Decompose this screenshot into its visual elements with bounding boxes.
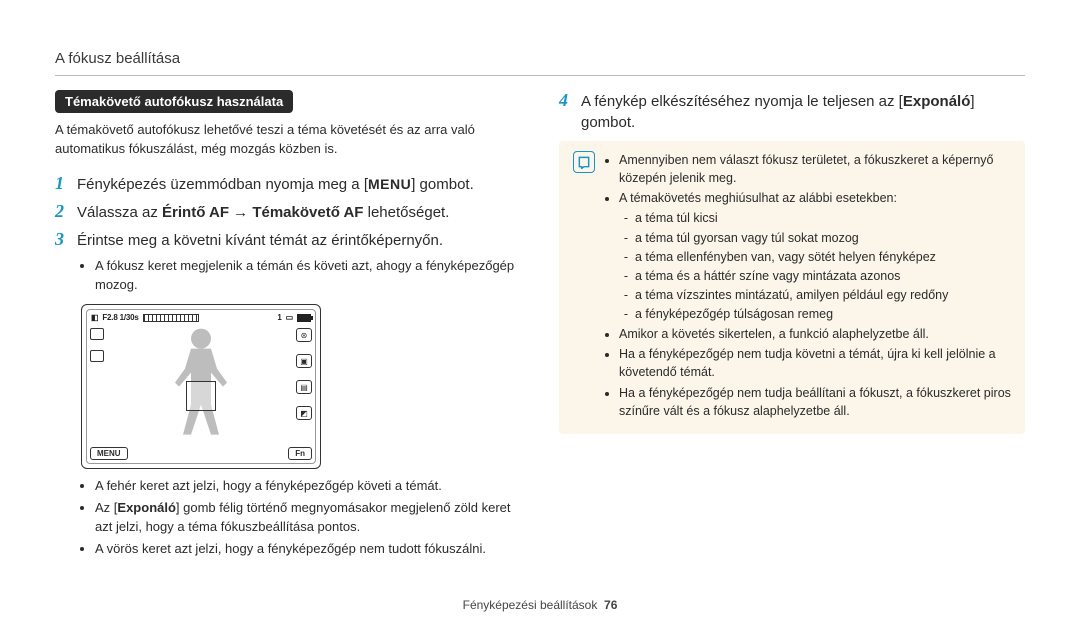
metering-icon: ◩ [296, 406, 312, 420]
lcd-menu-button: MENU [90, 447, 128, 460]
info-item: Ha a fényképezőgép nem tudja beállítani … [619, 384, 1011, 420]
flash-icon [90, 328, 104, 340]
note-white-frame: A fehér keret azt jelzi, hogy a fényképe… [95, 477, 521, 496]
step-3-text: Érintse meg a követni kívánt témát az ér… [77, 230, 443, 251]
step-number-1: 1 [55, 173, 69, 194]
focus-mode-icon [90, 350, 104, 362]
section-heading: Témakövető autofókusz használata [55, 90, 293, 113]
shots-remaining: 1 [277, 313, 281, 322]
info-note-box: Amennyiben nem választ fókusz területet,… [559, 141, 1025, 434]
drive-icon: ▤ [296, 380, 312, 394]
info-subitem: a téma ellenfényben van, vagy sötét hely… [635, 248, 1011, 266]
info-subitem: a téma túl gyorsan vagy túl sokat mozog [635, 229, 1011, 247]
mode-icon: ◧ [91, 313, 98, 322]
lcd-fn-button: Fn [288, 447, 312, 460]
note-green-frame: Az [Exponáló] gomb félig történő megnyom… [95, 499, 521, 537]
camera-lcd-illustration: ◧ F2.8 1/30s 1 ▭ [81, 304, 321, 469]
step-number-4: 4 [559, 90, 573, 111]
info-item: Ha a fényképezőgép nem tudja követni a t… [619, 345, 1011, 381]
info-subitem: a téma és a háttér színe vagy mintázata … [635, 267, 1011, 285]
info-icon [573, 151, 595, 173]
info-subitem: a fényképezőgép túlságosan remeg [635, 305, 1011, 323]
battery-icon [297, 314, 311, 322]
intro-text: A témakövető autofókusz lehetővé teszi a… [55, 121, 521, 159]
focus-frame-icon [186, 381, 216, 411]
page-footer: Fényképezési beállítások 76 [0, 598, 1080, 612]
exposure-value: F2.8 1/30s [102, 313, 138, 322]
step-3-sub: A fókusz keret megjelenik a témán és köv… [95, 257, 521, 295]
iso-icon: ▣ [296, 354, 312, 368]
info-item: Amennyiben nem választ fókusz területet,… [619, 151, 1011, 187]
wb-icon: ⊛ [296, 328, 312, 342]
step-number-2: 2 [55, 201, 69, 222]
info-subitem: a téma túl kicsi [635, 209, 1011, 227]
info-subitem: a téma vízszintes mintázatú, amilyen pél… [635, 286, 1011, 304]
step-1-text: Fényképezés üzemmódban nyomja meg a [MEN… [77, 174, 474, 195]
step-4-text: A fénykép elkészítéséhez nyomja le telje… [581, 91, 1025, 133]
step-number-3: 3 [55, 229, 69, 250]
info-item: A témakövetés meghiúsulhat az alábbi ese… [619, 189, 1011, 323]
divider [55, 75, 1025, 76]
ev-scale-icon [143, 314, 199, 322]
menu-icon: MENU [368, 175, 411, 195]
card-icon: ▭ [286, 313, 293, 322]
page-title: A fókusz beállítása [55, 50, 1025, 67]
step-2-text: Válassza az Érintő AF → Témakövető AF le… [77, 202, 449, 223]
info-item: Amikor a követés sikertelen, a funkció a… [619, 325, 1011, 343]
note-red-frame: A vörös keret azt jelzi, hogy a fényképe… [95, 540, 521, 559]
